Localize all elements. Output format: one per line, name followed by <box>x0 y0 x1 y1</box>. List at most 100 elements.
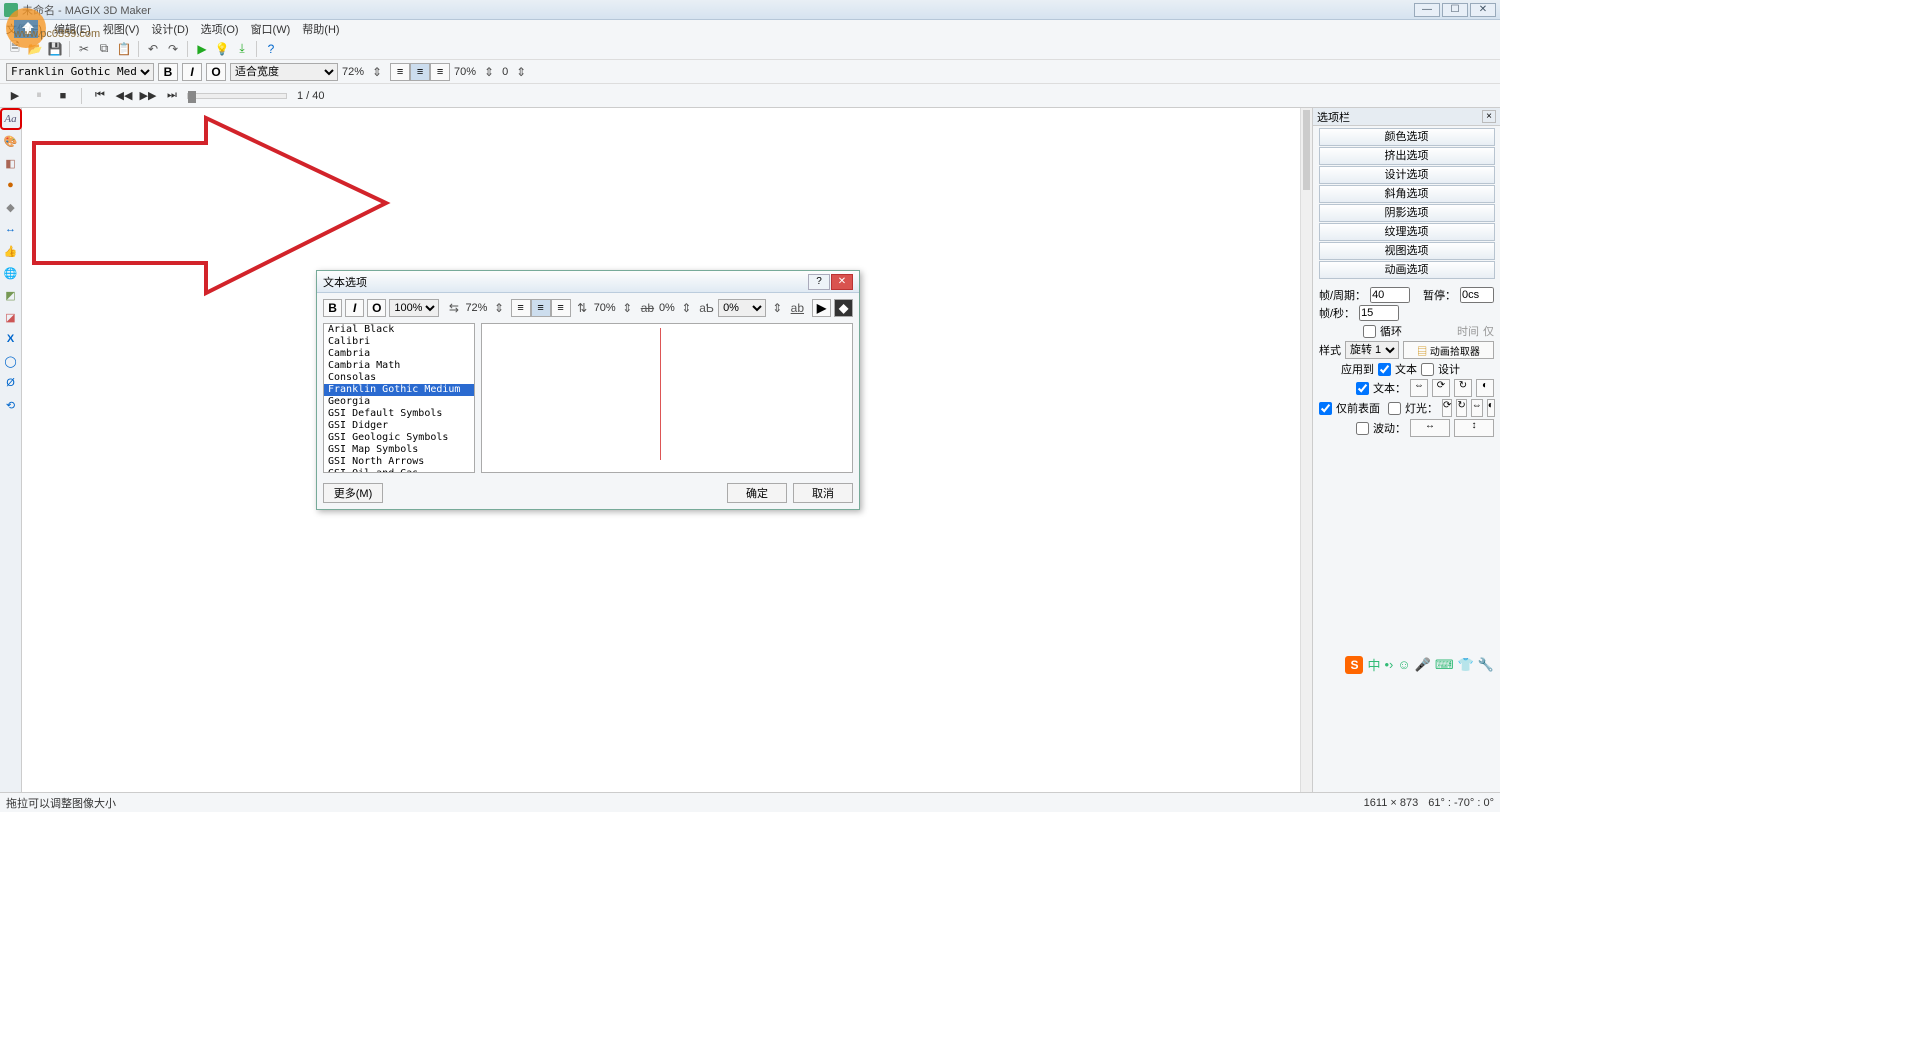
outline-button[interactable]: O <box>206 63 226 81</box>
font-list-item[interactable]: GSI Didger <box>324 420 474 432</box>
ok-button[interactable]: 确定 <box>727 483 787 503</box>
dlg-pct3-select[interactable]: 0% <box>718 299 766 317</box>
vertical-scrollbar[interactable] <box>1300 108 1312 792</box>
font-family-select[interactable]: Franklin Gothic Medium <box>6 63 154 81</box>
dlg-strike-icon[interactable]: ab <box>639 299 656 317</box>
font-list-item[interactable]: GSI Map Symbols <box>324 444 474 456</box>
text-opt4-button[interactable]: ◐ <box>1476 379 1494 397</box>
rotate-y-tool[interactable]: ◯ <box>2 352 20 370</box>
spinner3-icon[interactable]: ⇕ <box>512 63 530 81</box>
font-list-item[interactable]: GSI North Arrows <box>324 456 474 468</box>
dlg-align-left[interactable]: ≡ <box>511 299 531 317</box>
cut-icon[interactable]: ✂ <box>75 40 93 58</box>
light-opt1-button[interactable]: ⟳ <box>1442 399 1452 417</box>
texture-tool[interactable]: ◩ <box>2 286 20 304</box>
dialog-close-button[interactable]: ✕ <box>831 274 853 290</box>
apply-text-checkbox[interactable] <box>1378 363 1391 376</box>
reset-rotate-tool[interactable]: ⟲ <box>2 396 20 414</box>
dlg-spin1-icon[interactable]: ⇕ <box>490 299 507 317</box>
dlg-lineheight-icon[interactable]: ⇅ <box>574 299 591 317</box>
frames-per-sec-input[interactable] <box>1359 305 1399 321</box>
dlg-bold-button[interactable]: B <box>323 299 342 317</box>
option-button-1[interactable]: 挤出选项 <box>1319 147 1495 165</box>
minimize-button[interactable]: — <box>1414 3 1440 17</box>
bold-button[interactable]: B <box>158 63 178 81</box>
text-tool[interactable]: Aa <box>2 110 20 128</box>
option-button-0[interactable]: 颜色选项 <box>1319 128 1495 146</box>
ime-toolbar[interactable]: S 中 •› ☺ 🎤 ⌨ 👕 🔧 <box>1345 655 1494 674</box>
font-list-item[interactable]: Consolas <box>324 372 474 384</box>
align-right-button[interactable]: ≡ <box>430 63 450 81</box>
more-button[interactable]: 更多(M) <box>323 483 383 503</box>
dlg-align-center[interactable]: ≡ <box>531 299 551 317</box>
option-button-5[interactable]: 纹理选项 <box>1319 223 1495 241</box>
wave-enable-checkbox[interactable] <box>1356 422 1369 435</box>
text-opt1-button[interactable]: ⇔ <box>1410 379 1428 397</box>
text-opt2-button[interactable]: ⟳ <box>1432 379 1450 397</box>
open-icon[interactable]: 📂 <box>26 40 44 58</box>
ime-lang[interactable]: 中 <box>1367 655 1380 674</box>
anim-picker-button[interactable]: ▤ 动画拾取器 <box>1403 341 1494 359</box>
dlg-outline-button[interactable]: O <box>367 299 386 317</box>
pause-input[interactable] <box>1460 287 1494 303</box>
ime-mic-icon[interactable]: 🎤 <box>1415 657 1431 673</box>
light-opt4-button[interactable]: ◐ <box>1487 399 1495 417</box>
dlg-italic-button[interactable]: I <box>345 299 364 317</box>
font-list-item[interactable]: GSI Default Symbols <box>324 408 474 420</box>
option-button-3[interactable]: 斜角选项 <box>1319 185 1495 203</box>
font-list-item[interactable]: Arial Black <box>324 324 474 336</box>
help-icon[interactable]: ? <box>262 40 280 58</box>
x-axis-tool[interactable]: X <box>2 330 20 348</box>
sogou-icon[interactable]: S <box>1345 656 1363 674</box>
font-list-item[interactable]: Franklin Gothic Medium <box>324 384 474 396</box>
globe-tool[interactable]: 🌐 <box>2 264 20 282</box>
spinner1-icon[interactable]: ⇕ <box>368 63 386 81</box>
text-opt3-button[interactable]: ↻ <box>1454 379 1472 397</box>
menu-design[interactable]: 设计(D) <box>151 21 188 37</box>
color-tool[interactable]: 🎨 <box>2 132 20 150</box>
light-opt2-button[interactable]: ↻ <box>1456 399 1466 417</box>
pause-button[interactable]: ⏸ <box>30 87 48 105</box>
font-list[interactable]: Arial BlackCalibriCambriaCambria MathCon… <box>323 323 475 473</box>
dlg-spin2-icon[interactable]: ⇕ <box>619 299 636 317</box>
fit-width-select[interactable]: 适合宽度 <box>230 63 338 81</box>
text-enable-checkbox[interactable] <box>1356 382 1369 395</box>
copy-icon[interactable]: ⧉ <box>95 40 113 58</box>
frames-per-cycle-input[interactable] <box>1370 287 1410 303</box>
play-green-icon[interactable]: ▶ <box>193 40 211 58</box>
option-button-4[interactable]: 阴影选项 <box>1319 204 1495 222</box>
dlg-next-button[interactable]: ◆ <box>834 299 853 317</box>
ime-skin-icon[interactable]: 👕 <box>1458 657 1474 673</box>
font-list-item[interactable]: Calibri <box>324 336 474 348</box>
ime-emoji-icon[interactable]: ☺ <box>1397 657 1410 672</box>
italic-button[interactable]: I <box>182 63 202 81</box>
menu-window[interactable]: 窗口(W) <box>251 21 291 37</box>
text-preview[interactable] <box>481 323 853 473</box>
loop-checkbox[interactable] <box>1363 325 1376 338</box>
dlg-zoom-select[interactable]: 100% <box>389 299 439 317</box>
first-frame-button[interactable]: ⏮ <box>91 87 109 105</box>
font-list-item[interactable]: Cambria <box>324 348 474 360</box>
front-only-checkbox[interactable] <box>1319 402 1332 415</box>
font-list-item[interactable]: Georgia <box>324 396 474 408</box>
new-icon[interactable]: 🗎 <box>6 40 24 58</box>
dlg-prev-button[interactable]: ▶ <box>812 299 831 317</box>
timeline-slider[interactable] <box>187 93 287 99</box>
option-button-6[interactable]: 视图选项 <box>1319 242 1495 260</box>
apply-design-checkbox[interactable] <box>1421 363 1434 376</box>
style-select[interactable]: 旋转 1 <box>1345 341 1399 359</box>
menu-edit[interactable]: 编辑(E) <box>54 21 91 37</box>
close-button[interactable]: ✕ <box>1470 3 1496 17</box>
align-center-button[interactable]: ≡ <box>410 63 430 81</box>
ime-keyboard-icon[interactable]: ⌨ <box>1435 657 1454 673</box>
font-list-item[interactable]: GSI Oil and Gas <box>324 468 474 473</box>
bulb-icon[interactable]: 💡 <box>213 40 231 58</box>
prev-frame-button[interactable]: ◀◀ <box>115 87 133 105</box>
last-frame-button[interactable]: ⏭ <box>163 87 181 105</box>
box-tool[interactable]: ◧ <box>2 154 20 172</box>
export-icon[interactable]: ⤓ <box>233 40 251 58</box>
dlg-align-right[interactable]: ≡ <box>551 299 571 317</box>
sphere-tool[interactable]: ● <box>2 176 20 194</box>
font-list-item[interactable]: Cambria Math <box>324 360 474 372</box>
dlg-underline-icon[interactable]: ab <box>789 299 806 317</box>
